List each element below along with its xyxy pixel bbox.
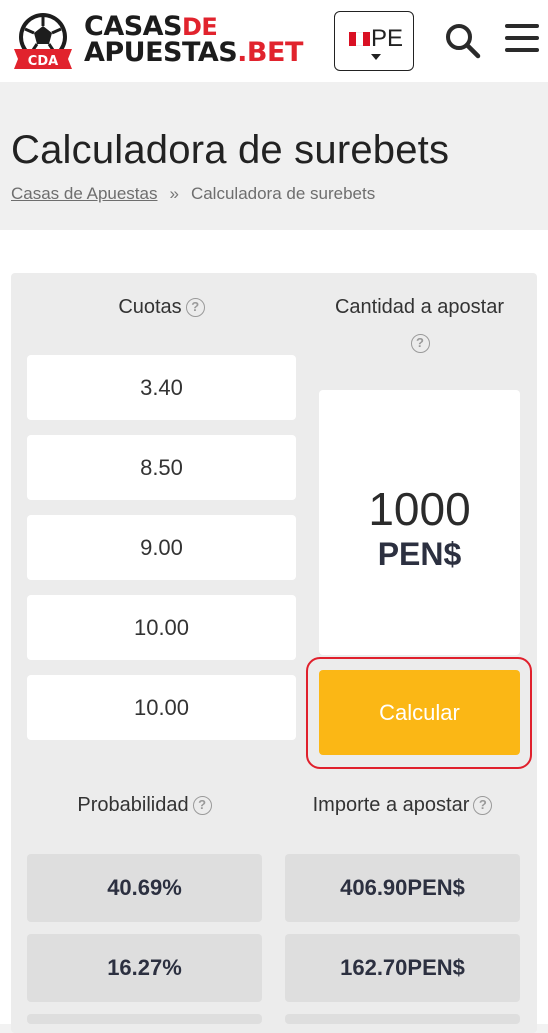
- stake-header: Cantidad a apostar: [319, 296, 520, 319]
- probability-value-2: 16.27%: [27, 934, 262, 1002]
- probability-value-1: 40.69%: [27, 854, 262, 922]
- help-icon[interactable]: ?: [185, 298, 205, 317]
- odd-input-1[interactable]: 3.40: [27, 355, 296, 420]
- amount-header-label: Importe a apostar: [312, 794, 470, 816]
- probability-header: Probabilidad?: [27, 794, 262, 817]
- amount-value-3: [285, 1014, 520, 1024]
- search-icon: [446, 24, 481, 59]
- odd-input-3[interactable]: 9.00: [27, 515, 296, 580]
- site-header: CDA CASASDE APUESTAS.BET PE: [0, 0, 548, 82]
- logo-badge-icon[interactable]: CDA: [10, 9, 76, 73]
- odd-input-2[interactable]: 8.50: [27, 435, 296, 500]
- menu-button[interactable]: [505, 24, 539, 56]
- peru-flag-icon: [349, 32, 370, 46]
- odds-header-label: Cuotas: [118, 296, 182, 318]
- country-selector[interactable]: PE: [334, 11, 414, 71]
- search-button[interactable]: [444, 22, 482, 60]
- caret-down-icon: [371, 54, 381, 60]
- logo-word-apuestas: APUESTAS: [84, 37, 238, 68]
- logo-badge-text: CDA: [28, 54, 58, 69]
- amount-value-2: 162.70PEN$: [285, 934, 520, 1002]
- logo-word-bet: .BET: [237, 37, 303, 68]
- breadcrumb-current: Calculadora de surebets: [190, 184, 376, 203]
- odds-header: Cuotas?: [27, 296, 296, 319]
- probability-value-3: [27, 1014, 262, 1024]
- stake-help: ?: [409, 332, 431, 355]
- help-icon[interactable]: ?: [192, 796, 212, 815]
- breadcrumb: Casas de Apuestas » Calculadora de surebet…: [11, 184, 375, 204]
- amount-header: Importe a apostar?: [285, 794, 520, 817]
- country-code: PE: [371, 25, 404, 52]
- page-title: Calculadora de surebets: [11, 128, 450, 172]
- stake-input[interactable]: 1000 PEN$: [319, 390, 520, 655]
- odd-input-5[interactable]: 10.00: [27, 675, 296, 740]
- probability-header-label: Probabilidad: [77, 794, 189, 816]
- odd-input-4[interactable]: 10.00: [27, 595, 296, 660]
- amount-value-1: 406.90PEN$: [285, 854, 520, 922]
- breadcrumb-separator: »: [169, 184, 179, 203]
- stake-header-label: Cantidad a apostar: [334, 296, 504, 318]
- stake-amount: 1000: [368, 483, 471, 535]
- site-logo-text[interactable]: CASASDE APUESTAS.BET: [84, 13, 303, 68]
- breadcrumb-home-link[interactable]: Casas de Apuestas: [11, 184, 157, 203]
- calculate-button[interactable]: Calcular: [319, 670, 520, 755]
- help-icon[interactable]: ?: [473, 796, 493, 815]
- stake-currency: PEN$: [377, 536, 462, 572]
- hamburger-menu-icon: [505, 24, 539, 52]
- help-icon[interactable]: ?: [410, 334, 430, 353]
